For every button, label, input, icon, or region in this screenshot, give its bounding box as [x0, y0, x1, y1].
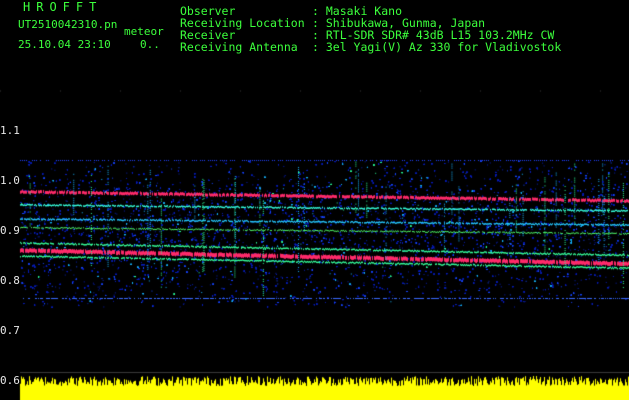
- datetime: 25.10.04 23:10: [18, 38, 111, 51]
- spectrogram: [0, 72, 629, 400]
- antenna-label: Receiving Antenna: [180, 40, 298, 54]
- filename: UT2510042310.pn: [18, 18, 118, 31]
- hrofft-logo: HROFFT: [23, 0, 103, 14]
- antenna-value: : 3el Yagi(V) Az 330 for Vladivostok: [312, 40, 562, 54]
- y-tick: 0.7: [0, 324, 20, 337]
- y-tick: 1.0: [0, 174, 20, 187]
- counter: 0..: [140, 38, 160, 51]
- header: HROFFT UT2510042310.pn meteor 25.10.04 2…: [0, 0, 629, 72]
- y-tick: 1.1: [0, 124, 20, 137]
- y-tick: 0.8: [0, 274, 20, 287]
- y-tick: 0.9: [0, 224, 20, 237]
- meteor-label: meteor: [124, 25, 164, 38]
- y-tick: 0.6: [0, 374, 20, 387]
